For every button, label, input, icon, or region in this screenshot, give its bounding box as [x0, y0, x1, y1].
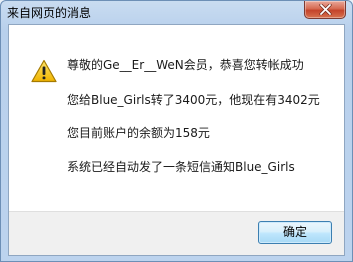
- dialog-content: 尊敬的Ge__Er__WeN会员，恭喜您转帐成功 您给Blue_Girls转了3…: [8, 24, 345, 256]
- close-icon: [319, 4, 332, 15]
- message-line-4: 系统已经自动发了一条短信通知Blue_Girls: [67, 160, 295, 174]
- message-line-3: 您目前账户的余额为158元: [67, 126, 210, 140]
- message-line-2: 您给Blue_Girls转了3400元，他现在有3402元: [67, 93, 320, 107]
- alert-dialog-window: 来自网页的消息 尊敬的Ge__Er__WeN会员，恭喜您转帐成功 您给Blue_…: [0, 0, 353, 262]
- warning-icon: [31, 59, 57, 83]
- title-bar[interactable]: 来自网页的消息: [1, 1, 352, 22]
- button-bar: 确定: [9, 211, 344, 255]
- window-title: 来自网页的消息: [7, 6, 92, 20]
- message-line-1: 尊敬的Ge__Er__WeN会员，恭喜您转帐成功: [67, 58, 304, 72]
- ok-button[interactable]: 确定: [258, 221, 332, 244]
- close-button[interactable]: [304, 1, 346, 19]
